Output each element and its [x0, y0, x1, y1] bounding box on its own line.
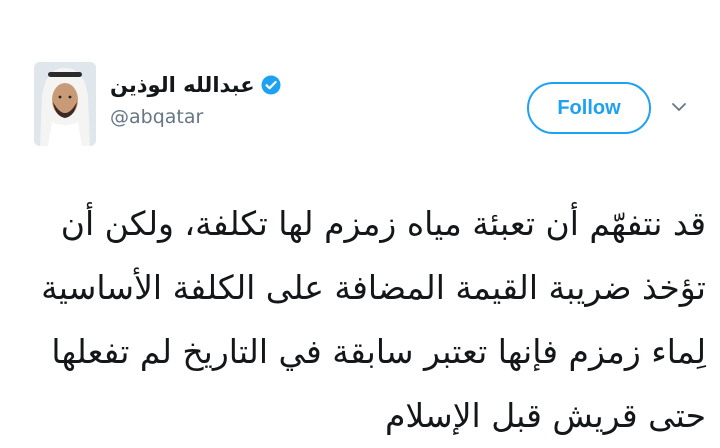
tweet-card: عبدالله الوذين @abqatar Follow قد نتفهّم…: [0, 0, 720, 435]
tweet-text: قد نتفهّم أن تعبئة مياه زمزم لها تكلفة، …: [41, 204, 706, 435]
avatar-image: [34, 62, 96, 146]
follow-button[interactable]: Follow: [527, 82, 651, 134]
name-row: عبدالله الوذين: [110, 70, 281, 100]
user-handle[interactable]: @abqatar: [110, 106, 281, 128]
verified-badge-icon: [261, 75, 281, 95]
avatar[interactable]: [34, 62, 96, 146]
display-name[interactable]: عبدالله الوذين: [110, 73, 255, 97]
chevron-down-icon[interactable]: [671, 98, 687, 111]
author-block[interactable]: عبدالله الوذين @abqatar: [110, 70, 281, 128]
